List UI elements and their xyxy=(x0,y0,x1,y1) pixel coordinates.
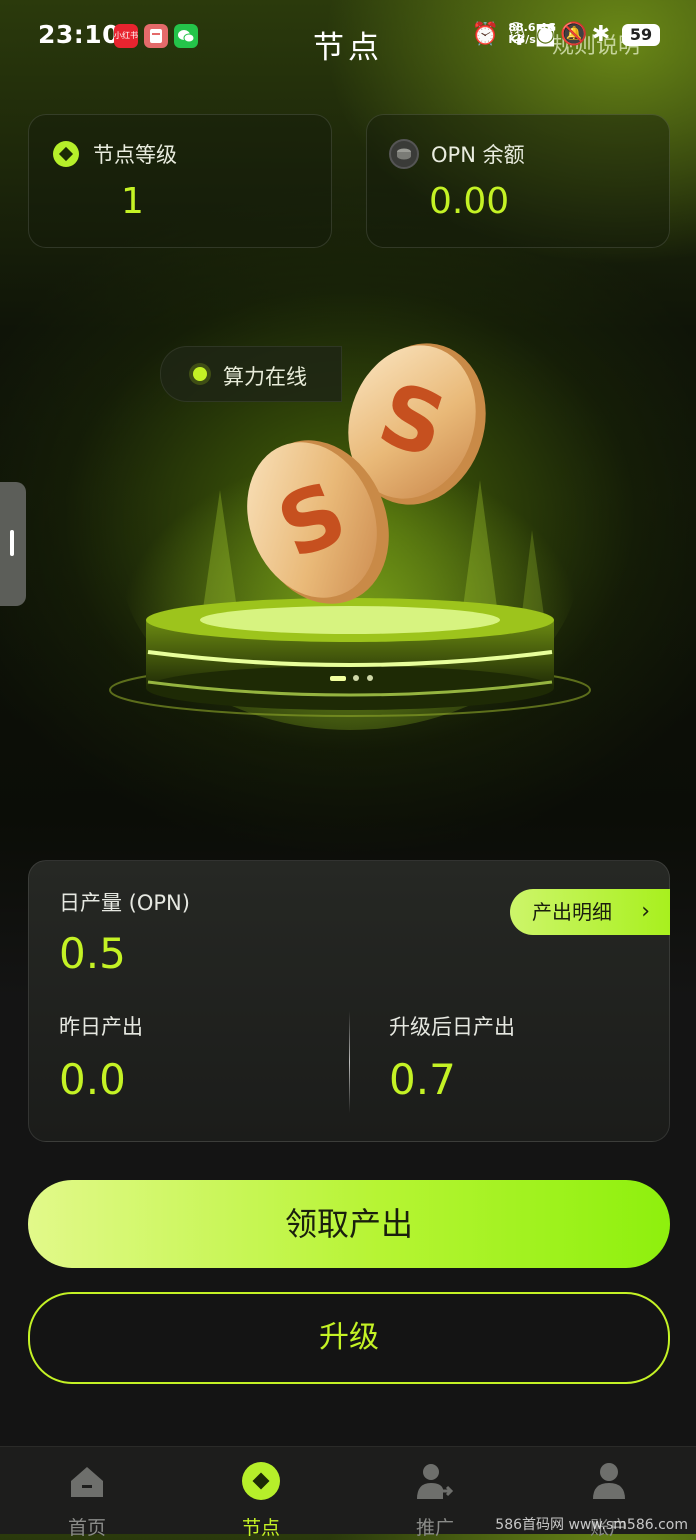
online-status-pill: 算力在线 xyxy=(160,346,342,402)
opn-balance-label: OPN 余额 xyxy=(431,143,525,167)
yesterday-output-value: 0.0 xyxy=(59,1055,126,1104)
node-level-card: 节点等级 1 xyxy=(28,114,332,248)
coin-icon xyxy=(389,139,419,169)
tab-node[interactable]: 节点 xyxy=(174,1447,348,1539)
yesterday-output-label: 昨日产出 xyxy=(59,1015,143,1039)
home-icon xyxy=(71,1467,103,1497)
opn-balance-value: 0.00 xyxy=(429,181,510,222)
promote-icon xyxy=(417,1464,454,1499)
node-level-value: 1 xyxy=(121,181,144,222)
account-icon xyxy=(593,1463,625,1499)
output-detail-label: 产出明细 xyxy=(532,900,612,924)
bluetooth-icon: ✱ xyxy=(591,22,614,47)
production-card: 日产量 (OPN) 0.5 产出明细 › 昨日产出 0.0 升级后日产出 0.7 xyxy=(28,860,670,1142)
mute-icon: 🔕 xyxy=(560,22,592,47)
daily-output-label: 日产量 (OPN) xyxy=(59,891,190,915)
daily-output-value: 0.5 xyxy=(59,929,126,978)
divider xyxy=(349,1011,350,1113)
after-upgrade-output-value: 0.7 xyxy=(389,1055,456,1104)
output-detail-button[interactable]: 产出明细 › xyxy=(510,889,670,935)
tab-node-label: 节点 xyxy=(241,1517,280,1539)
chevron-right-icon: › xyxy=(641,899,650,924)
claim-output-button[interactable]: 领取产出 xyxy=(28,1180,670,1268)
network-unit: KB/s xyxy=(508,33,536,46)
network-indicator: 88.6 4G KB/s xyxy=(508,22,556,46)
battery-indicator: 59 xyxy=(622,24,660,46)
upgrade-button[interactable]: 升级 xyxy=(28,1292,670,1384)
watermark: 586首码网 www.sm586.com xyxy=(495,1517,688,1533)
online-dot-icon xyxy=(193,367,207,381)
bottom-tab-bar: 首页 节点 推广 账户 586首码网 www.sm586.com xyxy=(0,1446,696,1539)
node-level-icon xyxy=(53,141,79,167)
online-status-label: 算力在线 xyxy=(223,365,307,389)
side-drawer-handle[interactable] xyxy=(0,482,26,606)
node-icon xyxy=(242,1462,280,1500)
alarm-icon: ⏰ xyxy=(471,22,503,47)
node-level-label: 节点等级 xyxy=(93,143,177,167)
tab-home[interactable]: 首页 xyxy=(0,1447,174,1539)
tab-home-label: 首页 xyxy=(67,1517,106,1539)
opn-balance-card: OPN 余额 0.00 xyxy=(366,114,670,248)
after-upgrade-output-label: 升级后日产出 xyxy=(389,1015,515,1039)
network-type: 4G xyxy=(539,21,556,34)
status-bar: 23:10 小红书 节点 规则说明 ⏰🎙◙🔕✱ 88.6 4G KB/s 59 xyxy=(0,0,696,72)
